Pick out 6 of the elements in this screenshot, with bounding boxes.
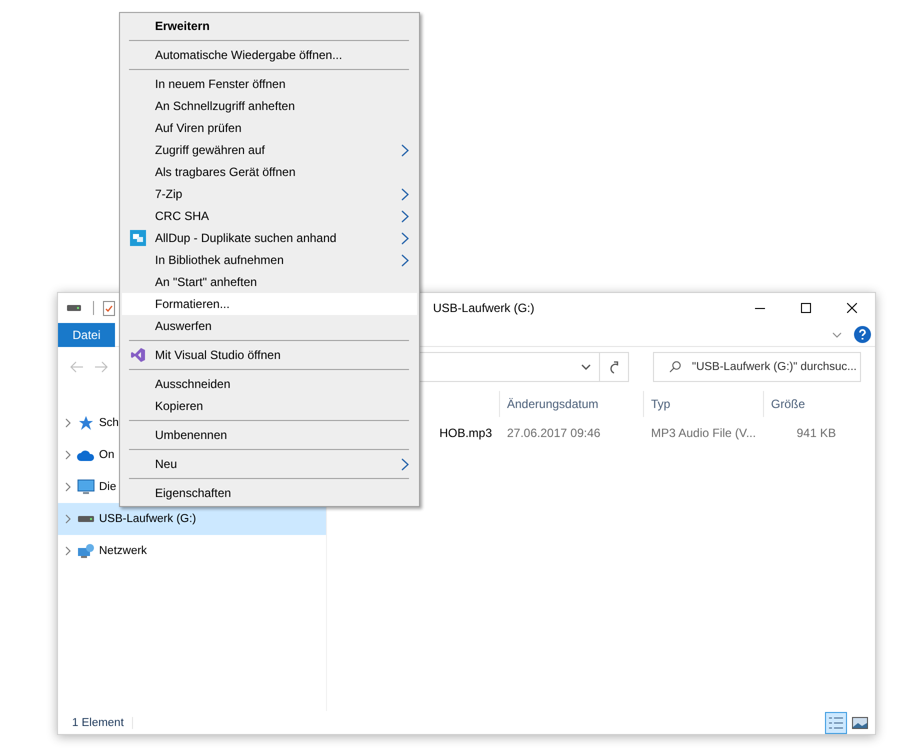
window-title: USB-Laufwerk (G:) — [433, 301, 534, 315]
table-cell-text: MP3 Audio File (V... — [650, 426, 757, 440]
table-cell-text: HOB.mp3 — [438, 426, 493, 440]
item-count: 1 Element — [72, 716, 133, 728]
table-cell-text: 27.06.2017 09:46 — [506, 426, 602, 440]
table-cell-text: 941 KB — [796, 426, 837, 440]
